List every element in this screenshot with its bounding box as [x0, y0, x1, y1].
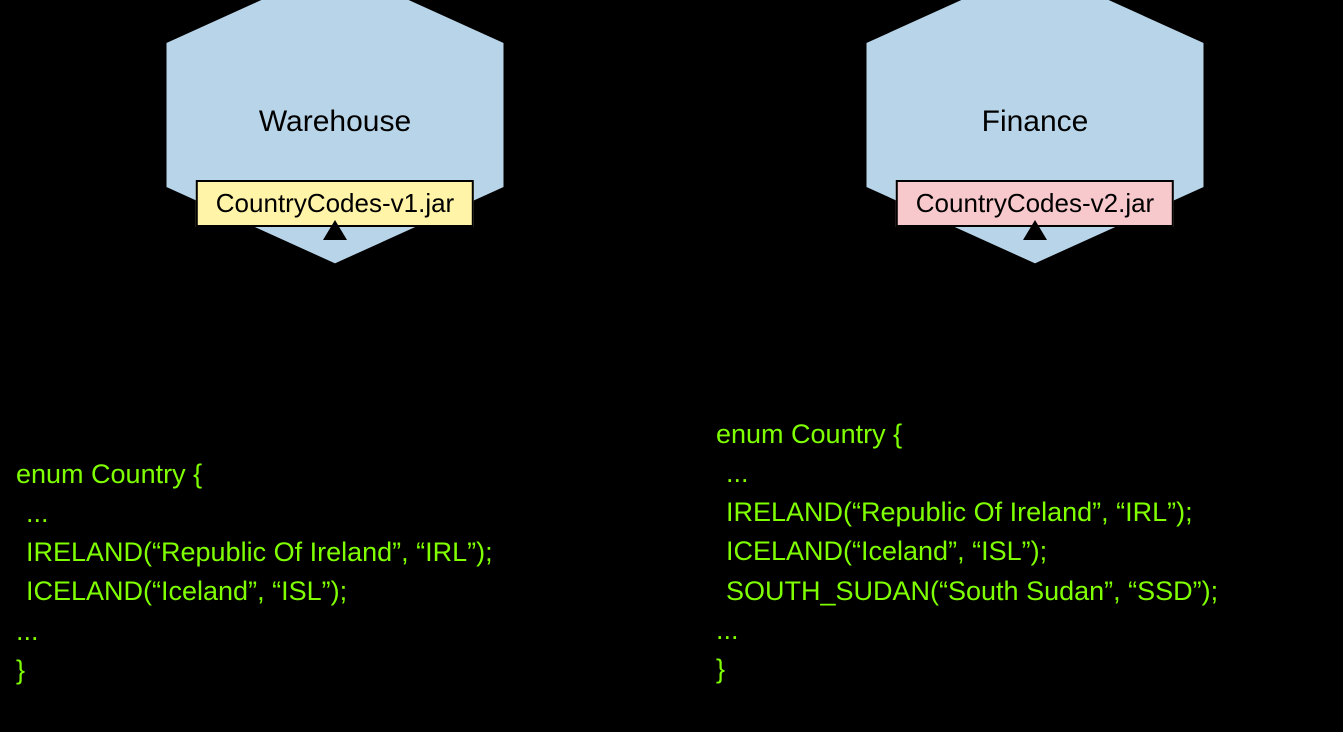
connector-line-right	[1035, 280, 1038, 415]
code-line: IRELAND(“Republic Of Ireland”, “IRL”);	[16, 533, 493, 572]
arrow-up-icon	[1023, 220, 1047, 240]
warehouse-module: Warehouse CountryCodes-v1.jar	[155, 0, 515, 260]
code-line: IRELAND(“Republic Of Ireland”, “IRL”);	[716, 493, 1218, 532]
warehouse-code-block: enum Country { ... IRELAND(“Republic Of …	[16, 455, 493, 690]
finance-module: Finance CountryCodes-v2.jar	[855, 0, 1215, 260]
code-line: SOUTH_SUDAN(“South Sudan”, “SSD”);	[716, 572, 1218, 611]
connector-line-left	[334, 280, 337, 455]
code-line: enum Country {	[16, 455, 493, 494]
code-line: ICELAND(“Iceland”, “ISL”);	[16, 572, 493, 611]
finance-title: Finance	[855, 105, 1215, 139]
code-line: ...	[16, 612, 493, 651]
warehouse-title: Warehouse	[155, 105, 515, 139]
code-line: ...	[716, 454, 1218, 493]
code-line: }	[716, 650, 1218, 689]
arrow-up-icon	[323, 220, 347, 240]
code-line: enum Country {	[716, 415, 1218, 454]
code-line: ...	[16, 494, 493, 533]
code-line: ICELAND(“Iceland”, “ISL”);	[716, 532, 1218, 571]
finance-code-block: enum Country { ... IRELAND(“Republic Of …	[716, 415, 1218, 689]
code-line: ...	[716, 611, 1218, 650]
code-line: }	[16, 651, 493, 690]
